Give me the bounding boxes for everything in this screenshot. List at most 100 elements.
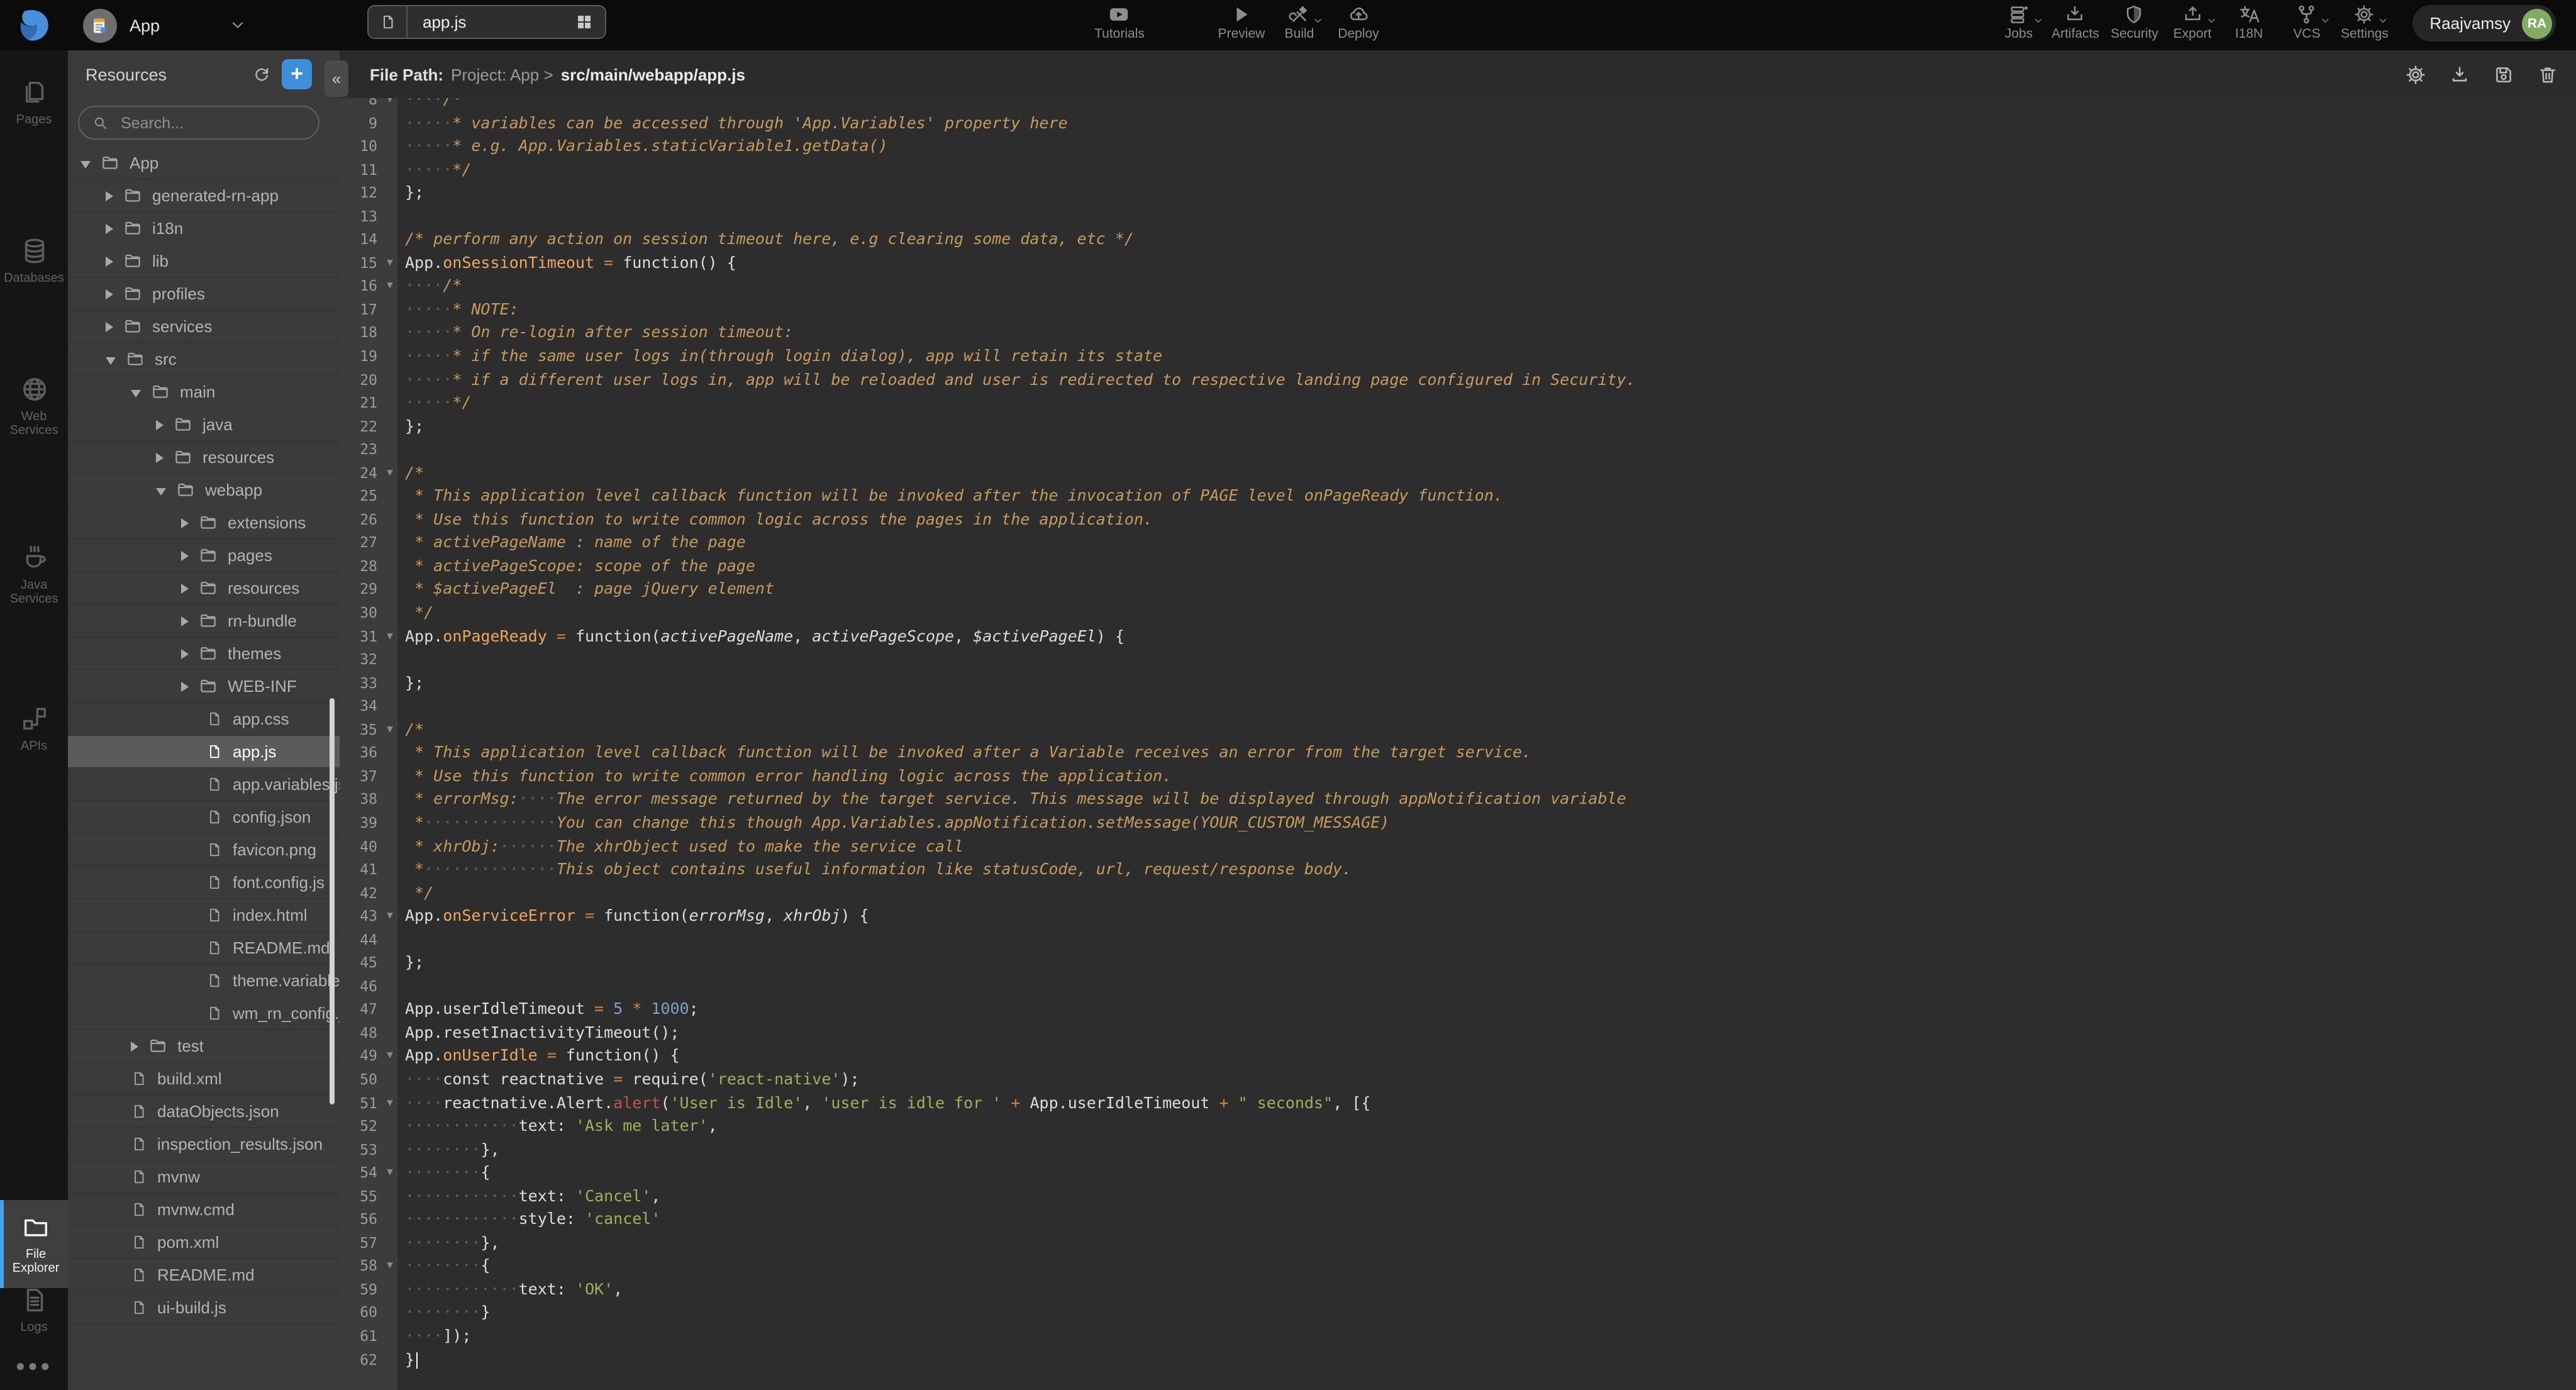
expand-arrow-icon[interactable] (106, 256, 113, 266)
expand-arrow-icon[interactable] (181, 616, 189, 626)
code-line[interactable]: 43▼App.onServiceError = function(errorMs… (340, 904, 2576, 928)
code-line[interactable]: 12}; (340, 181, 2576, 204)
topbar-item-vcs[interactable]: VCS (2293, 4, 2320, 42)
sidebar-item-file-explorer[interactable]: File Explorer (0, 1200, 68, 1288)
tree-item-profiles[interactable]: profiles (68, 278, 340, 311)
code-line[interactable]: 26 * Use this function to write common l… (340, 508, 2576, 531)
tree-item-mvnw.cmd[interactable]: mvnw.cmd (68, 1194, 340, 1226)
code-line[interactable]: 56············style: 'cancel' (340, 1208, 2576, 1232)
code-line[interactable]: 17·····* NOTE: (340, 298, 2576, 321)
code-line[interactable]: 39 *··············You can change this th… (340, 811, 2576, 835)
tree-item-font.config.js[interactable]: font.config.js (68, 867, 340, 899)
tree-item-app.variables.js[interactable]: app.variables.js (68, 769, 340, 801)
expand-arrow-icon[interactable] (106, 289, 113, 299)
tree-item-wm_rn_config.js[interactable]: wm_rn_config.js (68, 998, 340, 1030)
expand-arrow-icon[interactable] (181, 681, 189, 691)
code-line[interactable]: 55············text: 'Cancel', (340, 1184, 2576, 1208)
tree-item-index.html[interactable]: index.html (68, 899, 340, 932)
save-icon[interactable] (2493, 64, 2514, 85)
code-line[interactable]: 35▼/* (340, 718, 2576, 742)
code-line[interactable]: 59············text: 'OK', (340, 1278, 2576, 1301)
code-line[interactable]: 62} (340, 1348, 2576, 1371)
code-line[interactable]: 54▼········{ (340, 1161, 2576, 1184)
fold-arrow-icon[interactable]: ▼ (382, 904, 397, 928)
fold-arrow-icon[interactable]: ▼ (382, 1255, 397, 1278)
topbar-item-security[interactable]: Security (2111, 4, 2158, 42)
code-line[interactable]: 40 * xhrObj:······The xhrObject used to … (340, 835, 2576, 858)
fold-arrow-icon[interactable]: ▼ (382, 275, 397, 298)
collapse-arrow-icon[interactable] (131, 389, 141, 397)
sidebar-item-apis[interactable]: APIs (0, 704, 68, 753)
app-logo[interactable] (0, 0, 68, 50)
code-line[interactable]: 31▼App.onPageReady = function(activePage… (340, 625, 2576, 648)
tree-item-theme.variables.less[interactable]: theme.variables.less (68, 965, 340, 998)
code-line[interactable]: 21·····*/ (340, 391, 2576, 414)
project-selector[interactable]: App (83, 0, 160, 50)
code-line[interactable]: 53········}, (340, 1138, 2576, 1161)
tree-item-favicon.png[interactable]: favicon.png (68, 834, 340, 867)
code-line[interactable]: 20·····* if a different user logs in, ap… (340, 368, 2576, 391)
code-line[interactable]: 49▼App.onUserIdle = function() { (340, 1045, 2576, 1068)
search-input[interactable] (118, 113, 306, 133)
tree-item-src[interactable]: src (68, 343, 340, 376)
tab-grid-button[interactable] (562, 13, 605, 31)
tree-item-config.json[interactable]: config.json (68, 801, 340, 834)
expand-arrow-icon[interactable] (156, 420, 164, 430)
code-line[interactable]: 15▼App.onSessionTimeout = function() { (340, 252, 2576, 275)
refresh-icon[interactable] (252, 64, 272, 84)
tree-item-pages[interactable]: pages (68, 540, 340, 572)
fold-arrow-icon[interactable]: ▼ (382, 1045, 397, 1068)
tree-item-app.css[interactable]: app.css (68, 703, 340, 736)
code-line[interactable]: 41 *··············This object contains u… (340, 858, 2576, 881)
code-line[interactable]: 13 (340, 204, 2576, 228)
topbar-item-settings[interactable]: Settings (2341, 4, 2389, 42)
settings-icon[interactable] (2405, 64, 2426, 85)
fold-arrow-icon[interactable]: ▼ (382, 718, 397, 742)
fold-arrow-icon[interactable]: ▼ (382, 1091, 397, 1115)
more-options-button[interactable]: ●●● (0, 1356, 68, 1375)
tree-item-test[interactable]: test (68, 1030, 340, 1063)
code-line[interactable]: 32 (340, 648, 2576, 671)
topbar-item-i18n[interactable]: I18N (2235, 4, 2263, 42)
code-line[interactable]: 10·····* e.g. App.Variables.staticVariab… (340, 135, 2576, 158)
tree-item-generated-rn-app[interactable]: generated-rn-app (68, 180, 340, 213)
user-menu[interactable]: Raajvamsy RA (2412, 5, 2556, 42)
tree-item-pom.xml[interactable]: pom.xml (68, 1226, 340, 1259)
expand-arrow-icon[interactable] (131, 1041, 138, 1051)
sidebar-item-logs[interactable]: Logs (0, 1286, 68, 1335)
sidebar-item-java-services[interactable]: Java Services (0, 543, 68, 606)
code-line[interactable]: 27 * activePageName : name of the page (340, 531, 2576, 555)
topbar-item-jobs[interactable]: Jobs (2005, 4, 2033, 42)
add-resource-button[interactable]: + (282, 59, 312, 89)
tree-item-resources[interactable]: resources (68, 442, 340, 474)
code-line[interactable]: 58▼········{ (340, 1255, 2576, 1278)
code-line[interactable]: 29 * $activePageEl : page jQuery element (340, 578, 2576, 601)
collapse-panel-button[interactable]: « (325, 60, 348, 97)
tree-item-services[interactable]: services (68, 311, 340, 343)
sidebar-item-databases[interactable]: Databases (0, 236, 68, 286)
tree-item-build.xml[interactable]: build.xml (68, 1063, 340, 1096)
fold-arrow-icon[interactable]: ▼ (382, 252, 397, 275)
code-line[interactable]: 8▼····/* (340, 98, 2576, 111)
code-line[interactable]: 14/* perform any action on session timeo… (340, 228, 2576, 252)
collapse-arrow-icon[interactable] (156, 487, 166, 495)
sidebar-item-web-services[interactable]: Web Services (0, 375, 68, 438)
code-line[interactable]: 48App.resetInactivityTimeout(); (340, 1021, 2576, 1045)
tree-item-readme.md[interactable]: README.md (68, 932, 340, 965)
expand-arrow-icon[interactable] (181, 583, 189, 593)
code-line[interactable]: 22}; (340, 414, 2576, 438)
code-line[interactable]: 37 * Use this function to write common e… (340, 765, 2576, 788)
tree-item-inspection_results.json[interactable]: inspection_results.json (68, 1128, 340, 1161)
code-line[interactable]: 16▼····/* (340, 275, 2576, 298)
code-line[interactable]: 47App.userIdleTimeout = 5 * 1000; (340, 998, 2576, 1021)
tree-item-app[interactable]: App (68, 147, 340, 180)
code-line[interactable]: 36 * This application level callback fun… (340, 742, 2576, 765)
code-line[interactable]: 52············text: 'Ask me later', (340, 1115, 2576, 1138)
tree-item-readme.md[interactable]: README.md (68, 1259, 340, 1292)
download-icon[interactable] (2449, 64, 2470, 85)
chevron-down-icon[interactable] (229, 16, 247, 34)
expand-arrow-icon[interactable] (181, 550, 189, 560)
collapse-arrow-icon[interactable] (80, 160, 91, 168)
tree-item-java[interactable]: java (68, 409, 340, 442)
expand-arrow-icon[interactable] (156, 452, 164, 462)
